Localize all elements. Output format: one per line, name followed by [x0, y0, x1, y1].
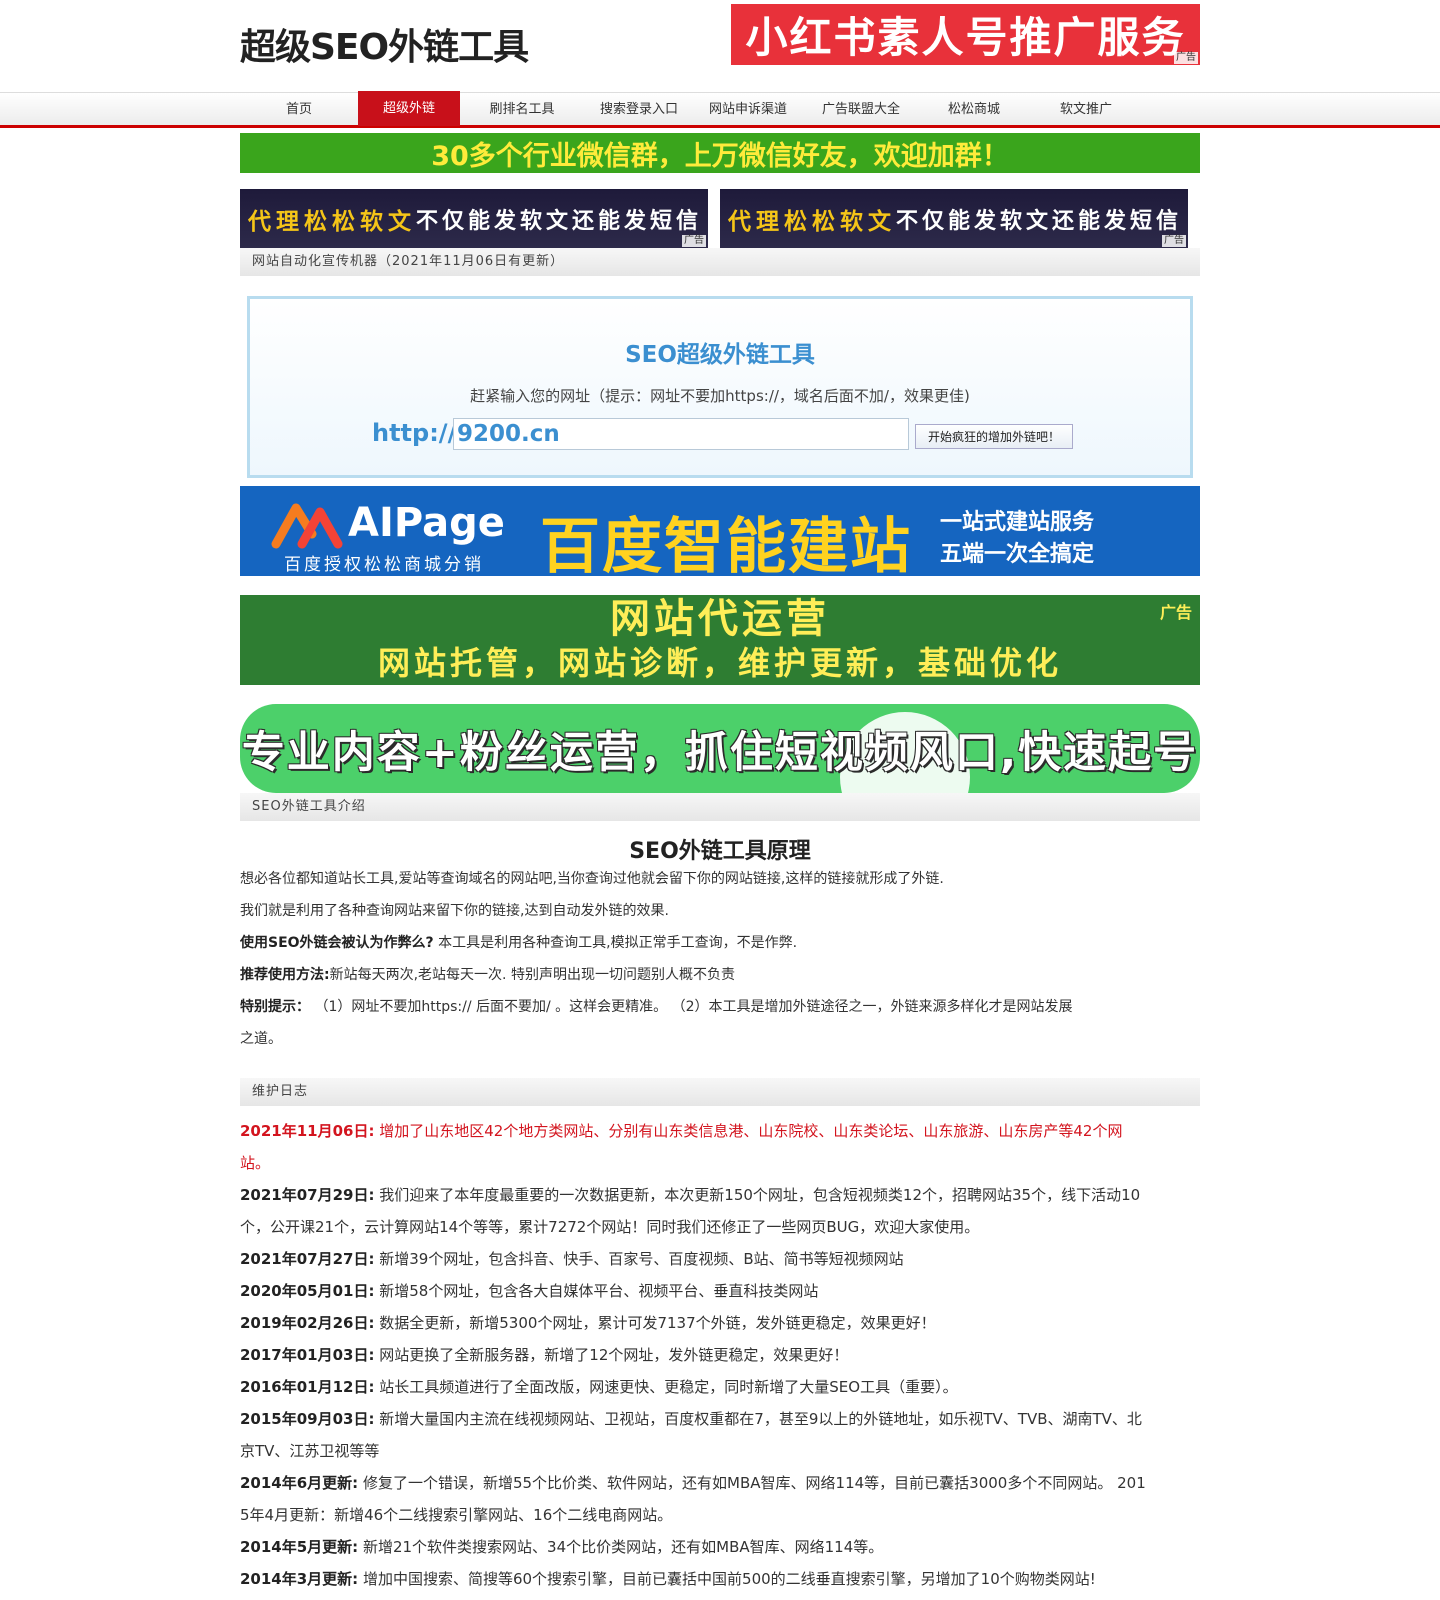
aipage-logo-icon: [271, 503, 343, 549]
log-text: 新增21个软件类搜索网站、34个比价类网站，还有如MBA智库、网络114等。: [358, 1538, 884, 1556]
log-text: 网站更换了全新服务器，新增了12个网址，发外链更稳定，效果更好！: [374, 1346, 849, 1364]
log-entry: 2017年01月03日: 网站更换了全新服务器，新增了12个网址，发外链更稳定，…: [240, 1339, 1200, 1371]
log-text: 新增39个网址，包含抖音、快手、百家号、百度视频、B站、简书等短视频网站: [374, 1250, 904, 1268]
tool-hint: 赶紧输入您的网址（提示：网址不要加https://，域名后面不加/，效果更佳): [470, 387, 970, 405]
log-date: 2021年07月27日:: [240, 1250, 375, 1268]
log-date: 2014年5月更新:: [240, 1538, 359, 1556]
top-ad-text: 小红书素人号推广服务: [745, 13, 1186, 62]
log-entry: 2020年05月01日: 新增58个网址，包含各大自媒体平台、视频平台、垂直科技…: [240, 1275, 1200, 1307]
log-date: 2021年11月06日:: [240, 1122, 375, 1140]
short-video-ad[interactable]: 专业内容+粉丝运营，抓住短视频风口,快速起号: [240, 704, 1200, 793]
log-entry: 2021年11月06日: 增加了山东地区42个地方类网站、分别有山东类信息港、山…: [240, 1115, 1200, 1147]
section-title-log: 维护日志: [240, 1078, 1200, 1106]
aipage-brand: AIPage: [348, 500, 505, 546]
log-date: 2015年09月03日:: [240, 1410, 375, 1428]
log-date: 2019年02月26日:: [240, 1314, 375, 1332]
nav-item-appeal[interactable]: 网站申诉渠道: [698, 93, 798, 126]
seo-tool-panel: SEO超级外链工具 赶紧输入您的网址（提示：网址不要加https://，域名后面…: [247, 296, 1193, 478]
ad-tag: 广告: [1159, 603, 1192, 622]
site-logo[interactable]: 超级SEO外链工具: [240, 18, 529, 70]
log-entry-cont: 站。: [240, 1154, 271, 1172]
main-nav: 首页 超级外链 刷排名工具 搜索登录入口 网站申诉渠道 广告联盟大全 松松商城 …: [0, 91, 1440, 128]
section-title-intro: SEO外链工具介绍: [240, 793, 1200, 821]
ad-tag: 广告: [1162, 235, 1186, 247]
log-entry-cont: 5年4月更新：新增46个二线搜索引擎网站、16个二线电商网站。: [240, 1506, 673, 1524]
tool-title: SEO超级外链工具: [625, 342, 815, 368]
operation-ad-subtitle: 网站托管，网站诊断，维护更新，基础优化: [377, 644, 1062, 682]
intro-paragraph: 推荐使用方法:新站每天两次,老站每天一次. 特别声明出现一切问题别人概不负责: [240, 959, 1200, 991]
log-entry-cont: 京TV、江苏卫视等等: [240, 1442, 380, 1460]
log-text: 增加了山东地区42个地方类网站、分别有山东类信息港、山东院校、山东类论坛、山东旅…: [374, 1122, 1123, 1140]
log-text: 新增58个网址，包含各大自媒体平台、视频平台、垂直科技类网站: [374, 1282, 819, 1300]
log-entry: 2021年07月27日: 新增39个网址，包含抖音、快手、百家号、百度视频、B站…: [240, 1243, 1200, 1275]
aipage-feature-2: 五端一次全搞定: [940, 542, 1095, 567]
log-text: 增加中国搜索、简搜等60个搜索引擎，目前已囊括中国前500的二线垂直搜索引擎，另…: [358, 1570, 1096, 1588]
nav-item-article-promo[interactable]: 软文推广: [1040, 93, 1132, 126]
ad-tag: 广告: [682, 235, 706, 247]
section-title-robot: 网站自动化宣传机器（2021年11月06日有更新）: [240, 248, 1200, 276]
log-text: 修复了一个错误，新增55个比价类、软件网站，还有如MBA智库、网络114等，目前…: [358, 1474, 1146, 1492]
log-entry: 2014年5月更新: 新增21个软件类搜索网站、34个比价类网站，还有如MBA智…: [240, 1531, 1200, 1563]
log-date: 2020年05月01日:: [240, 1282, 375, 1300]
usage-text: 新站每天两次,老站每天一次. 特别声明出现一切问题别人概不负责: [329, 967, 735, 983]
short-video-ad-text: 专业内容+粉丝运营，抓住短视频风口,快速起号: [241, 727, 1199, 778]
operation-ad-title: 网站代运营: [610, 596, 830, 642]
tip-label: 特别提示：: [240, 999, 310, 1015]
log-entry: 2016年01月12日: 站长工具频道进行了全面改版，网速更快、更稳定，同时新增…: [240, 1371, 1200, 1403]
log-date: 2014年6月更新:: [240, 1474, 359, 1492]
log-date: 2021年07月29日:: [240, 1186, 375, 1204]
log-entry: 2019年02月26日: 数据全更新，新增5300个网址，累计可发7137个外链…: [240, 1307, 1200, 1339]
nav-item-mall[interactable]: 松松商城: [928, 93, 1020, 126]
url-prefix: http://: [372, 419, 457, 447]
intro-title: SEO外链工具原理: [629, 839, 811, 864]
log-entry: 2014年6月更新: 修复了一个错误，新增55个比价类、软件网站，还有如MBA智…: [240, 1467, 1200, 1499]
aipage-subtitle: 百度授权松松商城分销: [284, 555, 484, 575]
log-text: 数据全更新，新增5300个网址，累计可发7137个外链，发外链更稳定，效果更好！: [374, 1314, 936, 1332]
agent-ad-left[interactable]: 代理松松软文 不仅能发软文还能发短信 广告: [240, 189, 708, 248]
aipage-ad[interactable]: AIPage 百度授权松松商城分销 百度智能建站 一站式建站服务 五端一次全搞定: [240, 486, 1200, 582]
intro-paragraph: 之道。: [240, 1031, 282, 1047]
agent-ad-text: 不仅能发软文还能发短信: [896, 208, 1183, 234]
aipage-feature-1: 一站式建站服务: [940, 510, 1095, 535]
aipage-headline: 百度智能建站: [540, 512, 912, 582]
agent-ad-highlight: 代理松松软文: [248, 208, 416, 235]
intro-paragraph: 特别提示： （1）网址不要加https:// 后面不要加/ 。这样会更精准。 （…: [240, 991, 1200, 1023]
site-operation-ad[interactable]: 网站代运营 网站托管，网站诊断，维护更新，基础优化 广告: [240, 595, 1200, 685]
intro-answer: 本工具是利用各种查询工具,模拟正常手工查询，不是作弊.: [433, 935, 798, 951]
intro-paragraph: 我们就是利用了各种查询网站来留下你的链接,达到自动发外链的效果.: [240, 903, 669, 919]
log-entry: 2021年07月29日: 我们迎来了本年度最重要的一次数据更新，本次更新150个…: [240, 1179, 1200, 1211]
log-date: 2016年01月12日:: [240, 1378, 375, 1396]
intro-paragraph: 想必各位都知道站长工具,爱站等查询域名的网站吧,当你查询过他就会留下你的网站链接…: [240, 871, 944, 887]
log-entry-cont: 个，公开课21个，云计算网站14个等等，累计7272个网站！同时我们还修正了一些…: [240, 1218, 980, 1236]
nav-item-search-login[interactable]: 搜索登录入口: [584, 93, 694, 126]
log-text: 站长工具频道进行了全面改版，网速更快、更稳定，同时新增了大量SEO工具（重要）。: [374, 1378, 958, 1396]
intro-question: 使用SEO外链会被认为作弊么?: [240, 935, 434, 951]
intro-paragraph: 使用SEO外链会被认为作弊么? 本工具是利用各种查询工具,模拟正常手工查询，不是…: [240, 927, 1200, 959]
nav-item-super-links[interactable]: 超级外链: [358, 91, 460, 126]
top-ad-banner[interactable]: 小红书素人号推广服务 广告: [731, 4, 1200, 65]
agent-ad-right[interactable]: 代理松松软文 不仅能发软文还能发短信 广告: [720, 189, 1188, 248]
log-date: 2014年3月更新:: [240, 1570, 359, 1588]
tip-text: （1）网址不要加https:// 后面不要加/ 。这样会更精准。 （2）本工具是…: [310, 999, 1073, 1015]
agent-ad-highlight: 代理松松软文: [728, 208, 896, 235]
site-header: 超级SEO外链工具 小红书素人号推广服务 广告: [0, 0, 1440, 92]
url-input[interactable]: [453, 418, 909, 450]
log-text: 我们迎来了本年度最重要的一次数据更新，本次更新150个网址，包含短视频类12个，…: [374, 1186, 1141, 1204]
log-entry: 2015年09月03日: 新增大量国内主流在线视频网站、卫视站，百度权重都在7，…: [240, 1403, 1200, 1435]
ad-tag: 广告: [1174, 52, 1198, 64]
start-button[interactable]: 开始疯狂的增加外链吧！: [915, 424, 1073, 449]
log-date: 2017年01月03日:: [240, 1346, 375, 1364]
nav-item-rank-tool[interactable]: 刷排名工具: [474, 93, 570, 126]
nav-item-ad-alliance[interactable]: 广告联盟大全: [810, 93, 912, 126]
wechat-group-ad[interactable]: 30多个行业微信群，上万微信好友，欢迎加群！: [240, 133, 1200, 173]
agent-ad-text: 不仅能发软文还能发短信: [416, 208, 703, 234]
nav-item-home[interactable]: 首页: [256, 93, 342, 126]
usage-label: 推荐使用方法:: [240, 967, 330, 983]
log-entry: 2014年3月更新: 增加中国搜索、简搜等60个搜索引擎，目前已囊括中国前500…: [240, 1563, 1200, 1595]
log-text: 新增大量国内主流在线视频网站、卫视站，百度权重都在7，甚至9以上的外链地址，如乐…: [374, 1410, 1142, 1428]
